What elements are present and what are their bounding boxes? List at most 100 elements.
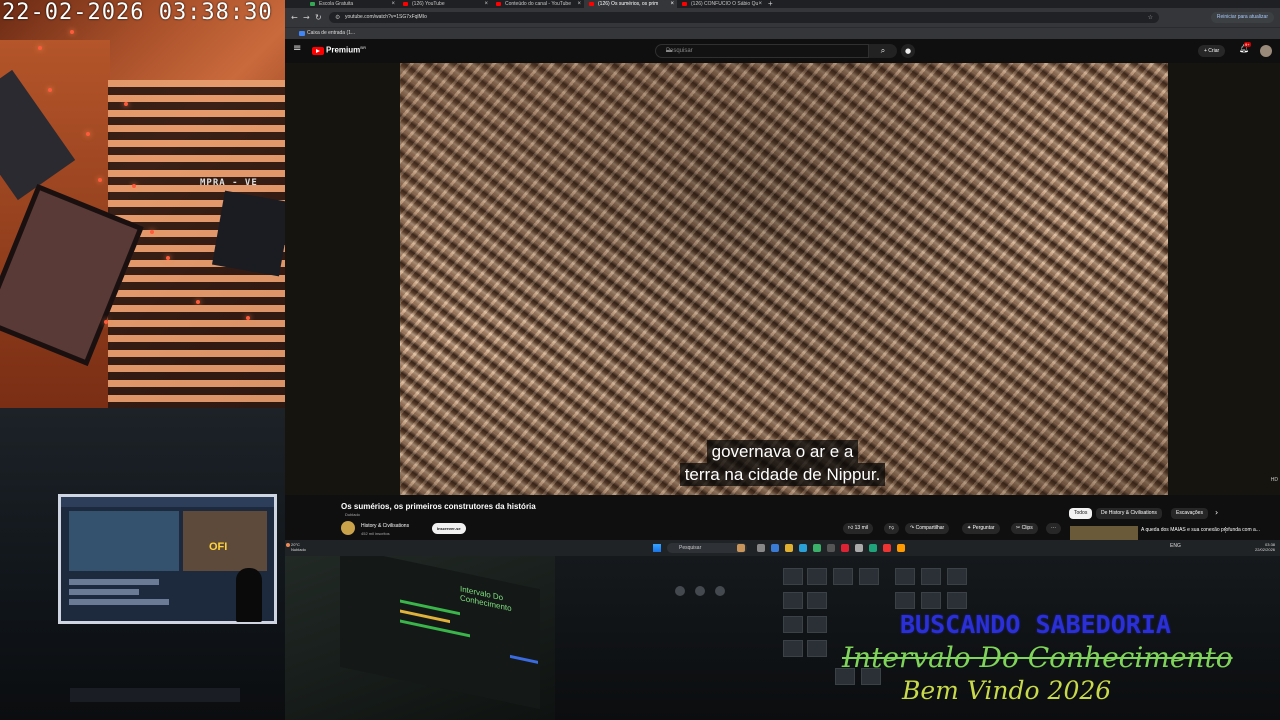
- studio-meter: [400, 619, 470, 638]
- room-keyboard: [70, 688, 240, 702]
- controller-pad: [783, 616, 803, 633]
- app-icon[interactable]: [883, 544, 891, 552]
- share-button[interactable]: ↷ Compartilhar: [905, 523, 950, 534]
- tab-strip: Escola Gratuita × (126) YouTube × Conteúdo…: [285, 0, 1280, 8]
- star-icon[interactable]: ☆: [1148, 12, 1153, 23]
- windows-start-icon[interactable]: [653, 544, 661, 552]
- app-icon[interactable]: [869, 544, 877, 552]
- edge-icon[interactable]: [799, 544, 807, 552]
- avatar[interactable]: [1260, 45, 1272, 57]
- video-frame[interactable]: [400, 63, 1168, 495]
- controller-pad: [833, 568, 853, 585]
- tab-0[interactable]: Escola Gratuita ×: [305, 0, 398, 8]
- controller-knob: [715, 586, 725, 596]
- tab-4[interactable]: (126) CONFUCIO O Sábio Qu ×: [677, 0, 765, 8]
- weather-widget[interactable]: 20°C Nublado: [286, 542, 306, 552]
- close-icon[interactable]: ×: [670, 0, 674, 8]
- close-icon[interactable]: ×: [391, 0, 395, 8]
- close-icon[interactable]: ×: [758, 0, 762, 8]
- video-player[interactable]: governava o ar e a terra na cidade de Ni…: [285, 63, 1280, 495]
- browser-window: Escola Gratuita × (126) YouTube × Conteúdo…: [285, 0, 1280, 556]
- tray-language[interactable]: ENG: [1170, 543, 1181, 549]
- channel-name[interactable]: History & Civilisations: [361, 523, 409, 529]
- url-field[interactable]: ⚙ youtube.com/watch?v=1SG7xFqlMIo ☆: [329, 12, 1159, 23]
- new-tab-button[interactable]: +: [768, 0, 773, 8]
- app-icon[interactable]: [827, 544, 835, 552]
- restart-update-button[interactable]: Reiniciar para atualizar: [1210, 12, 1274, 23]
- clips-button[interactable]: ✂ Clips: [1011, 523, 1038, 534]
- tab-favicon: [589, 2, 594, 6]
- brand-text: Premium: [326, 45, 361, 55]
- controller-pad: [921, 568, 941, 585]
- reload-icon[interactable]: ↻: [315, 13, 322, 22]
- app-icon[interactable]: [841, 544, 849, 552]
- controller-pad: [921, 592, 941, 609]
- chrome-icon[interactable]: [813, 544, 821, 552]
- back-icon[interactable]: ←: [291, 13, 298, 22]
- video-title: Os sumérios, os primeiros construtores d…: [341, 502, 536, 511]
- search-highlight-icon[interactable]: [737, 544, 745, 552]
- explorer-icon[interactable]: [771, 544, 779, 552]
- taskbar-clock[interactable]: 03:38 22/02/2026: [1255, 542, 1275, 552]
- channel-avatar[interactable]: [341, 521, 355, 535]
- task-view-icon[interactable]: [757, 544, 765, 552]
- more-actions-button[interactable]: ···: [1046, 523, 1061, 534]
- controller-pad: [783, 640, 803, 657]
- controller-pad: [947, 568, 967, 585]
- site-info-icon[interactable]: ⚙: [335, 12, 340, 23]
- close-icon[interactable]: ×: [484, 0, 488, 8]
- brand-country: BR: [360, 45, 367, 50]
- controller-pad: [859, 568, 879, 585]
- youtube-header: ≡ PremiumBR Pesquisar ▬ ⌕ ● + Criar 🔔︎ 9+: [285, 39, 1280, 63]
- bookmark-inbox[interactable]: Caixa de entrada (1...: [298, 29, 355, 38]
- video-captions: governava o ar e a terra na cidade de Ni…: [285, 440, 1280, 486]
- app-icon[interactable]: [855, 544, 863, 552]
- studio-meter: [510, 654, 538, 664]
- ask-label: Perguntar: [972, 525, 995, 531]
- taskbar-search[interactable]: Pesquisar: [667, 543, 747, 553]
- room-monitor-badge: OFI: [209, 541, 228, 553]
- chip-from-channel[interactable]: De History & Civilisations: [1096, 508, 1162, 519]
- microphone-icon[interactable]: ●: [901, 44, 915, 58]
- search-icon[interactable]: ⌕: [869, 44, 897, 58]
- like-button[interactable]: 👍︎ 13 mil: [843, 523, 873, 534]
- keyboard-icon[interactable]: ▬: [666, 45, 862, 58]
- folder-icon[interactable]: [785, 544, 793, 552]
- youtube-brand[interactable]: PremiumBR: [326, 45, 366, 55]
- close-icon[interactable]: ×: [577, 0, 581, 8]
- studio-camera: Intervalo Do Conhecimento: [285, 546, 555, 720]
- caption-line-1: governava o ar e a: [706, 440, 859, 463]
- chevron-right-icon[interactable]: ›: [1215, 508, 1218, 517]
- chip-all[interactable]: Todos: [1069, 508, 1093, 519]
- address-bar-row: ← → ↻ ⚙ youtube.com/watch?v=1SG7xFqlMIo …: [285, 8, 1280, 27]
- more-vert-icon[interactable]: ⋮: [1222, 526, 1229, 534]
- overlay-title: BUSCANDO SABEDORIA: [900, 610, 1171, 639]
- dislike-button[interactable]: 👎︎: [884, 523, 900, 534]
- recommended-thumbnail[interactable]: [1070, 526, 1138, 540]
- controller-pad: [895, 568, 915, 585]
- ask-button[interactable]: ✦ Perguntar: [962, 523, 1000, 534]
- bell-icon[interactable]: 🔔︎ 9+: [1239, 42, 1251, 53]
- clock-date: 22/02/2026: [1255, 547, 1276, 552]
- controller-pad: [807, 568, 827, 585]
- app-icon[interactable]: [897, 544, 905, 552]
- room-monitor-row: [69, 579, 159, 585]
- room-lamp: [236, 568, 262, 622]
- menu-icon[interactable]: ≡: [293, 43, 301, 54]
- chip-excavations[interactable]: Escavações: [1171, 508, 1208, 519]
- tab-favicon: [496, 2, 501, 6]
- tab-label: Conteúdo do canal - YouTube: [505, 1, 571, 7]
- tab-1[interactable]: (126) YouTube ×: [398, 0, 491, 8]
- create-button[interactable]: + Criar: [1198, 45, 1226, 57]
- tab-3[interactable]: (126) Os sumérios, os prim ×: [584, 0, 677, 8]
- video-info: Os sumérios, os primeiros construtores d…: [285, 495, 1280, 540]
- forward-icon[interactable]: →: [303, 13, 310, 22]
- tab-label: (126) CONFUCIO O Sábio Qu: [691, 1, 759, 7]
- subscribe-button[interactable]: Inscrever-se: [432, 523, 466, 534]
- tab-2[interactable]: Conteúdo do canal - YouTube ×: [491, 0, 584, 8]
- youtube-logo-icon[interactable]: [312, 47, 324, 55]
- recommended-title[interactable]: A queda dos MAIAS e sua conexão profunda…: [1141, 527, 1261, 533]
- url-text: youtube.com/watch?v=1SG7xFqlMIo: [345, 14, 427, 20]
- room-camera: OFI: [0, 408, 285, 720]
- search-input[interactable]: Pesquisar ▬: [655, 44, 869, 58]
